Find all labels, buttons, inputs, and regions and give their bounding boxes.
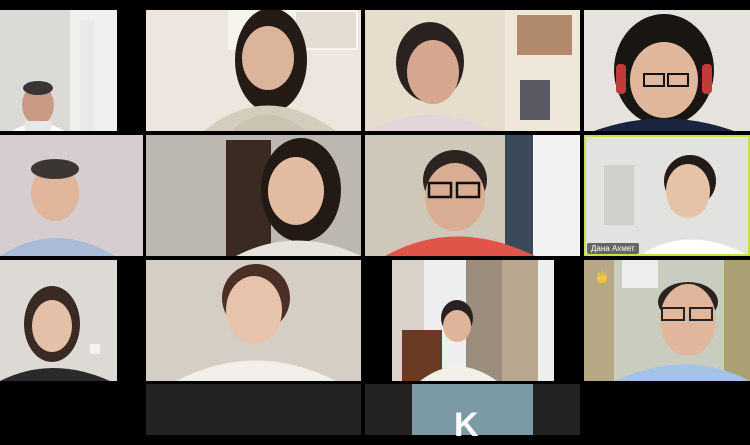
video-tile-3[interactable] — [365, 10, 580, 131]
video-tile-6[interactable] — [146, 135, 361, 256]
avatar-tile: K — [412, 384, 533, 444]
participant-video — [584, 135, 750, 256]
video-tile-14-partial[interactable]: K — [365, 384, 580, 444]
video-tile-8-active-speaker[interactable]: Дана Ахмет — [584, 135, 750, 256]
participant-video — [365, 10, 580, 131]
participant-video — [0, 10, 117, 131]
video-tile-12[interactable] — [584, 260, 750, 381]
video-tile-4[interactable] — [584, 10, 750, 131]
participant-video — [584, 10, 750, 131]
avatar-initial: K — [454, 406, 479, 444]
participant-video — [146, 135, 361, 256]
raised-hand-icon — [594, 268, 610, 284]
video-tile-11[interactable] — [392, 260, 554, 381]
participant-name-label: Дана Ахмет — [587, 243, 639, 254]
participant-video — [392, 260, 554, 381]
video-tile-13-partial[interactable] — [146, 384, 361, 435]
participant-video — [365, 135, 580, 256]
video-tile-5[interactable] — [0, 135, 143, 256]
video-tile-1[interactable] — [0, 10, 117, 131]
video-tile-10[interactable] — [146, 260, 361, 381]
video-tile-9[interactable] — [0, 260, 117, 381]
participant-video — [146, 10, 361, 131]
participant-video — [0, 135, 143, 256]
video-tile-2[interactable] — [146, 10, 361, 131]
participant-video — [146, 260, 361, 381]
participant-video — [0, 260, 117, 381]
video-tile-7[interactable] — [365, 135, 580, 256]
